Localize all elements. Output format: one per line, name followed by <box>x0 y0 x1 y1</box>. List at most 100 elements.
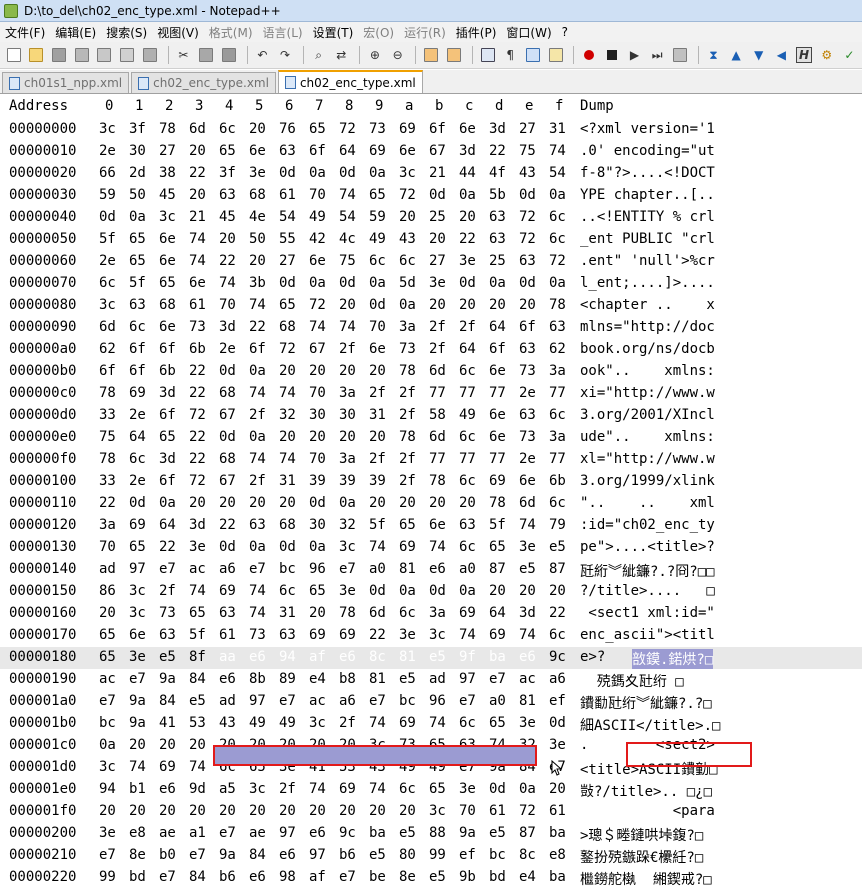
byte-cell[interactable]: 3b <box>249 275 266 291</box>
byte-cell[interactable]: 6e <box>159 319 176 335</box>
byte-cell[interactable]: 65 <box>309 121 326 137</box>
byte-cell[interactable]: 6e <box>249 143 266 159</box>
byte-cell[interactable]: 20 <box>189 737 206 753</box>
byte-cell[interactable]: 63 <box>519 341 536 357</box>
byte-cell[interactable]: e7 <box>219 825 236 841</box>
byte-cell[interactable]: 20 <box>189 495 206 511</box>
byte-cell[interactable]: 3c <box>429 627 446 643</box>
byte-cell[interactable]: a1 <box>189 825 206 841</box>
byte-cell[interactable]: 63 <box>129 297 146 313</box>
byte-cell[interactable]: 74 <box>249 583 266 599</box>
close-icon[interactable] <box>95 45 115 65</box>
byte-cell[interactable]: 65 <box>99 627 116 643</box>
byte-cell[interactable]: ad <box>429 671 446 687</box>
hex-row[interactable]: 000001a0 e7 9a 84 e5 ad 97 e7 ac a6 e7 bc 96 e7 a0 81 ef… <box>0 691 862 713</box>
byte-cell[interactable]: 0d <box>99 209 116 225</box>
byte-cell[interactable]: 61 <box>219 627 236 643</box>
byte-cell[interactable]: 20 <box>339 363 356 379</box>
byte-cell[interactable]: 3e <box>519 715 536 731</box>
byte-cell[interactable]: 75 <box>339 253 356 269</box>
byte-cell[interactable]: 3d <box>159 385 176 401</box>
byte-cell[interactable]: 20 <box>309 429 326 445</box>
byte-cell[interactable]: 78 <box>99 385 116 401</box>
byte-cell[interactable]: b8 <box>339 671 356 687</box>
byte-cell[interactable]: 75 <box>519 143 536 159</box>
byte-cell[interactable]: 42 <box>309 231 326 247</box>
byte-cell[interactable]: e7 <box>249 561 266 577</box>
menu-language[interactable]: 语言(L) <box>258 24 308 41</box>
byte-cell[interactable]: 69 <box>489 627 506 643</box>
byte-cell[interactable]: 78 <box>489 495 506 511</box>
byte-cell[interactable]: 20 <box>249 495 266 511</box>
hex-row[interactable]: 000000a0 62 6f 6f 6b 2e 6f 72 67 2f 6e 73 2f 64 6f 63 62… <box>0 339 862 361</box>
byte-cell[interactable]: 69 <box>399 715 416 731</box>
byte-cell[interactable]: 3c <box>129 605 146 621</box>
byte-cell[interactable]: 20 <box>459 297 476 313</box>
byte-cell[interactable]: 87 <box>519 825 536 841</box>
byte-cell[interactable]: 6e <box>519 473 536 489</box>
byte-cell[interactable]: 0d <box>429 187 446 203</box>
byte-cell[interactable]: 74 <box>309 781 326 797</box>
byte-cell[interactable]: 74 <box>129 759 146 775</box>
byte-cell[interactable]: 63 <box>519 253 536 269</box>
byte-cell[interactable]: 9b <box>459 869 476 885</box>
byte-cell[interactable]: 20 <box>249 253 266 269</box>
byte-cell[interactable]: ac <box>519 671 536 687</box>
byte-cell[interactable]: 20 <box>189 803 206 819</box>
byte-cell[interactable]: 73 <box>159 605 176 621</box>
byte-cell[interactable]: 77 <box>489 385 506 401</box>
byte-cell[interactable]: 22 <box>489 143 506 159</box>
dump-text[interactable]: <chapter .. x <box>580 297 715 313</box>
byte-cell[interactable]: 70 <box>309 451 326 467</box>
byte-cell[interactable]: 69 <box>339 627 356 643</box>
byte-cell[interactable]: 61 <box>189 297 206 313</box>
byte-cell[interactable]: ba <box>549 869 566 885</box>
byte-cell[interactable]: e6 <box>279 847 296 863</box>
byte-cell[interactable]: ba <box>369 825 386 841</box>
byte-cell[interactable]: 78 <box>339 605 356 621</box>
byte-cell[interactable]: 59 <box>99 187 116 203</box>
byte-cell[interactable]: e7 <box>459 693 476 709</box>
byte-cell[interactable]: 9a <box>459 825 476 841</box>
byte-cell[interactable]: 9c <box>549 649 566 665</box>
byte-cell[interactable]: 74 <box>189 231 206 247</box>
byte-cell[interactable]: 97 <box>309 847 326 863</box>
byte-cell[interactable]: 2e <box>519 385 536 401</box>
byte-cell[interactable]: e7 <box>339 869 356 885</box>
byte-cell[interactable]: 41 <box>159 715 176 731</box>
dump-text[interactable]: mlns="http://doc <box>580 319 715 335</box>
byte-cell[interactable]: 0a <box>339 495 356 511</box>
byte-cell[interactable]: 3d <box>459 143 476 159</box>
byte-cell[interactable]: 77 <box>489 451 506 467</box>
word-wrap-icon[interactable] <box>478 45 498 65</box>
byte-cell[interactable]: e5 <box>489 825 506 841</box>
byte-cell[interactable]: 3f <box>219 165 236 181</box>
dump-text[interactable]: l_ent;....]>.... <box>580 275 715 291</box>
byte-cell[interactable]: 72 <box>309 297 326 313</box>
hex-row[interactable]: 000000f0 78 6c 3d 22 68 74 74 70 3a 2f 2f 77 77 77 2e 77… <box>0 449 862 471</box>
byte-cell[interactable]: 6f <box>519 319 536 335</box>
byte-cell[interactable]: 69 <box>309 627 326 643</box>
byte-cell[interactable]: 32 <box>279 407 296 423</box>
byte-cell[interactable]: 5f <box>489 517 506 533</box>
byte-cell[interactable]: 9f <box>459 649 476 665</box>
byte-cell[interactable]: 6f <box>309 143 326 159</box>
byte-cell[interactable]: 20 <box>429 297 446 313</box>
byte-cell[interactable]: 74 <box>219 275 236 291</box>
byte-cell[interactable]: 2f <box>429 319 446 335</box>
open-file-icon[interactable] <box>27 45 47 65</box>
byte-cell[interactable]: 6f <box>249 341 266 357</box>
byte-cell[interactable]: 79 <box>549 517 566 533</box>
byte-cell[interactable]: 3c <box>339 539 356 555</box>
byte-cell[interactable]: e7 <box>339 561 356 577</box>
byte-cell[interactable]: 2f <box>279 781 296 797</box>
hex-row[interactable]: 00000200 3e e8 ae a1 e7 ae 97 e6 9c ba e5 88 9a e5 87 ba… <box>0 823 862 845</box>
byte-cell[interactable]: 0d <box>129 495 146 511</box>
byte-cell[interactable]: 31 <box>279 473 296 489</box>
byte-cell[interactable]: 74 <box>249 297 266 313</box>
byte-cell[interactable]: 2f <box>249 473 266 489</box>
byte-cell[interactable]: 22 <box>459 231 476 247</box>
byte-cell[interactable]: 64 <box>339 143 356 159</box>
byte-cell[interactable]: 6f <box>159 341 176 357</box>
byte-cell[interactable]: 0d <box>549 715 566 731</box>
